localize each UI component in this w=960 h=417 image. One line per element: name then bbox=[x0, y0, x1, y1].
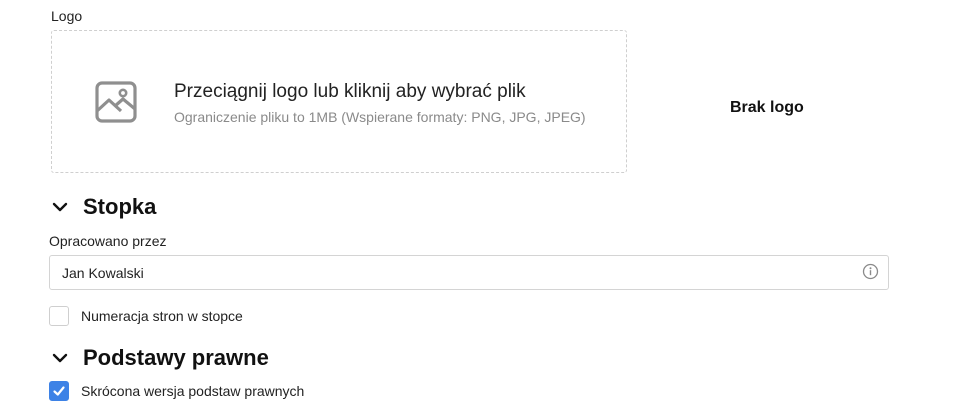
section-header-legal[interactable]: Podstawy prawne bbox=[51, 345, 269, 371]
section-title-legal: Podstawy prawne bbox=[83, 345, 269, 370]
dropzone-subtitle: Ograniczenie pliku to 1MB (Wspierane for… bbox=[174, 109, 586, 125]
logo-label: Logo bbox=[51, 8, 83, 24]
section-header-footer[interactable]: Stopka bbox=[51, 194, 156, 220]
chevron-down-icon bbox=[52, 202, 68, 212]
info-icon[interactable] bbox=[862, 263, 879, 280]
section-title-footer: Stopka bbox=[83, 194, 157, 219]
short-legal-label: Skrócona wersja podstaw prawnych bbox=[81, 383, 305, 399]
short-legal-checkbox[interactable] bbox=[49, 381, 69, 401]
logo-dropzone[interactable]: Przeciągnij logo lub kliknij aby wybrać … bbox=[51, 30, 627, 173]
prepared-by-label: Opracowano przez bbox=[49, 233, 167, 249]
logo-status: Brak logo bbox=[730, 99, 804, 116]
page-numbering-checkbox[interactable] bbox=[49, 306, 69, 326]
short-legal-checkbox-row[interactable]: Skrócona wersja podstaw prawnych bbox=[49, 381, 304, 401]
dropzone-title: Przeciągnij logo lub kliknij aby wybrać … bbox=[174, 81, 526, 102]
checkmark-icon bbox=[53, 386, 65, 396]
page-numbering-checkbox-row[interactable]: Numeracja stron w stopce bbox=[49, 306, 243, 326]
prepared-by-input[interactable] bbox=[49, 255, 889, 290]
image-icon bbox=[95, 81, 137, 123]
chevron-down-icon bbox=[52, 353, 68, 363]
page-numbering-label: Numeracja stron w stopce bbox=[81, 308, 243, 324]
